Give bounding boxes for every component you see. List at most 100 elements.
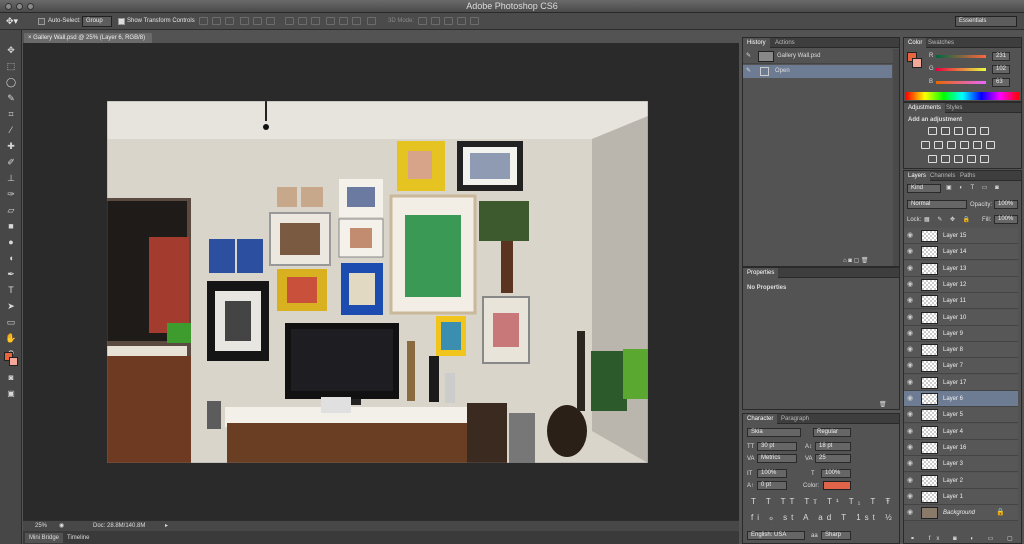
layer-visibility-icon[interactable]: ◉ [907,314,915,322]
stamp-tool-icon[interactable]: ⊥ [4,172,18,184]
dodge-tool-icon[interactable]: ◖ [4,252,18,264]
minimize-window-button[interactable] [16,3,23,10]
layer-row[interactable]: ◉ Layer 5 [904,407,1018,424]
healing-tool-icon[interactable]: ✚ [4,140,18,152]
background-color-swatch[interactable] [9,357,18,366]
share-icon[interactable]: ◉ [59,522,64,530]
distribute-left-icon[interactable] [326,17,335,25]
layer-row[interactable]: ◉ Layer 17 [904,374,1018,391]
tab-styles[interactable]: Styles [942,103,966,113]
align-vcenter-icon[interactable] [212,17,221,25]
layer-visibility-icon[interactable]: ◉ [907,395,915,403]
3d-scale-icon[interactable] [470,17,479,25]
green-value[interactable]: 102 [992,65,1010,74]
layer-footer-icons[interactable]: ⚭ fx ◙ ◐ ▭ ▢ 🗑 [910,535,1024,543]
quick-mask-icon[interactable]: ◙ [4,372,18,384]
kerning-field[interactable]: Metrics [757,454,797,463]
auto-select-checkbox[interactable] [38,18,45,25]
color-lookup-adjust-icon[interactable] [986,141,995,149]
3d-slide-icon[interactable] [457,17,466,25]
tracking-field[interactable]: 25 [815,454,851,463]
blur-tool-icon[interactable]: ● [4,236,18,248]
text-style-buttons[interactable]: T T TT Tт T¹ T₁ T Ŧ [751,498,894,506]
history-brush-tool-icon[interactable]: ✑ [4,188,18,200]
align-left-icon[interactable] [240,17,249,25]
layer-visibility-icon[interactable]: ◉ [907,281,915,289]
vertical-scale-field[interactable]: 100% [757,469,787,478]
text-color-swatch[interactable] [823,481,851,490]
layer-filter-kind-dropdown[interactable]: Kind [907,184,941,193]
tab-history[interactable]: History [743,38,770,48]
curves-adjust-icon[interactable] [954,127,963,135]
layer-row[interactable]: ◉ Layer 6 [904,391,1018,407]
layer-visibility-icon[interactable]: ◉ [907,379,915,387]
close-window-button[interactable] [5,3,12,10]
lock-icons[interactable]: ▦ ✎ ✥ 🔒 [924,216,973,224]
layer-visibility-icon[interactable]: ◉ [907,362,915,370]
invert-adjust-icon[interactable] [928,155,937,163]
layer-visibility-icon[interactable]: ◉ [907,509,915,517]
selective-color-adjust-icon[interactable] [980,155,989,163]
align-hcenter-icon[interactable] [253,17,262,25]
tab-timeline[interactable]: Timeline [63,533,93,543]
layer-visibility-icon[interactable]: ◉ [907,248,915,256]
zoom-window-button[interactable] [27,3,34,10]
status-menu-arrow-icon[interactable]: ▸ [165,522,168,530]
threshold-adjust-icon[interactable] [954,155,963,163]
zoom-level[interactable]: 25% [35,522,47,530]
font-family-dropdown[interactable]: Skia [747,428,801,437]
blue-value[interactable]: 63 [992,78,1010,87]
layer-visibility-icon[interactable]: ◉ [907,297,915,305]
layer-row[interactable]: ◉ Layer 1 [904,488,1018,505]
tab-properties[interactable]: Properties [743,268,779,278]
layer-row[interactable]: ◉ Layer 13 [904,260,1018,277]
layer-visibility-icon[interactable]: ◉ [907,346,915,354]
distribute-vcenter-icon[interactable] [298,17,307,25]
layer-row[interactable]: ◉ Background 🔒 [904,505,1018,522]
fill-field[interactable]: 100% [994,215,1018,224]
pen-tool-icon[interactable]: ✒ [4,268,18,280]
eraser-tool-icon[interactable]: ▱ [4,204,18,216]
brightness-adjust-icon[interactable] [928,127,937,135]
auto-align-icon[interactable] [367,17,376,25]
color-bg-swatch[interactable] [912,58,922,68]
move-tool-preset-icon[interactable]: ✥▾ [6,16,18,27]
font-style-dropdown[interactable]: Regular [813,428,851,437]
tab-paths[interactable]: Paths [956,171,979,181]
baseline-field[interactable]: 0 pt [757,481,787,490]
tab-character[interactable]: Character [743,414,778,424]
distribute-top-icon[interactable] [285,17,294,25]
layer-row[interactable]: ◉ Layer 10 [904,309,1018,326]
align-bottom-icon[interactable] [225,17,234,25]
tab-swatches[interactable]: Swatches [924,38,958,48]
photo-filter-adjust-icon[interactable] [960,141,969,149]
layer-row[interactable]: ◉ Layer 9 [904,325,1018,342]
history-item[interactable]: ✎ Open [743,65,892,78]
black-white-adjust-icon[interactable] [947,141,956,149]
posterize-adjust-icon[interactable] [941,155,950,163]
lasso-tool-icon[interactable]: ◯ [4,76,18,88]
layer-visibility-icon[interactable]: ◉ [907,232,915,240]
green-slider[interactable] [936,68,986,71]
layer-visibility-icon[interactable]: ◉ [907,411,915,419]
align-top-icon[interactable] [199,17,208,25]
gradient-map-adjust-icon[interactable] [967,155,976,163]
layer-row[interactable]: ◉ Layer 15 [904,228,1018,244]
opentype-buttons[interactable]: fi ℴ st A ad T 1st ½ [751,514,896,522]
tab-mini-bridge[interactable]: Mini Bridge [25,533,64,543]
tab-color[interactable]: Color [904,38,927,48]
screen-mode-icon[interactable]: ▣ [4,388,18,400]
layer-row[interactable]: ◉ Layer 7 [904,358,1018,375]
distribute-bottom-icon[interactable] [311,17,320,25]
distribute-hcenter-icon[interactable] [339,17,348,25]
align-right-icon[interactable] [266,17,275,25]
move-tool-icon[interactable]: ✥ [4,44,18,56]
3d-rotate-icon[interactable] [418,17,427,25]
tab-actions[interactable]: Actions [771,38,799,48]
layer-row[interactable]: ◉ Layer 16 [904,439,1018,456]
layer-visibility-icon[interactable]: ◉ [907,444,915,452]
opacity-field[interactable]: 100% [994,200,1018,209]
history-scrollbar[interactable] [893,49,899,266]
layer-visibility-icon[interactable]: ◉ [907,265,915,273]
tab-paragraph[interactable]: Paragraph [777,414,813,424]
